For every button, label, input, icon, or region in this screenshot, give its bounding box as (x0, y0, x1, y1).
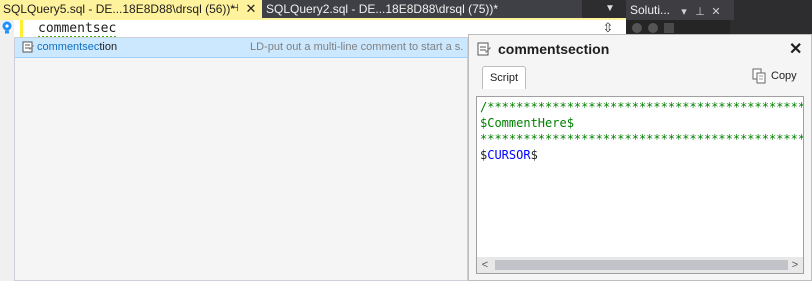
lightbulb-icon[interactable] (1, 21, 13, 35)
code-line-comment-placeholder: $CommentHere$ (480, 116, 574, 130)
tab-sqlquery5-title: SQLQuery5.sql - DE...18E8D88\drsql (56))… (3, 2, 236, 16)
document-tab-strip: SQLQuery5.sql - DE...18E8D88\drsql (56))… (0, 0, 626, 18)
popup-title: commentsection (498, 41, 610, 57)
code-line-comment-open: /***************************************… (480, 100, 803, 114)
solution-explorer-panel: Soluti... ▾ ⊥ ✕ (626, 0, 812, 36)
pin-icon[interactable]: ⊥ (692, 2, 708, 22)
scroll-left-icon[interactable]: < (479, 257, 491, 273)
cursor-keyword: CURSOR (487, 148, 531, 162)
tab-script[interactable]: Script (482, 66, 526, 89)
completion-list[interactable]: commentsection LD-put out a multi-line c… (14, 37, 468, 281)
scroll-thumb[interactable] (495, 260, 788, 270)
close-icon[interactable]: ✕ (708, 2, 724, 22)
scroll-right-icon[interactable]: > (789, 257, 801, 273)
completion-item-rest: tion (99, 41, 118, 53)
typed-text: commentsec (38, 21, 117, 38)
close-icon[interactable]: ✕ (789, 39, 802, 59)
tab-sqlquery2[interactable]: SQLQuery2.sql - DE...18E8D88\drsql (75))… (262, 0, 582, 18)
tab-sqlquery5[interactable]: SQLQuery5.sql - DE...18E8D88\drsql (56))… (0, 0, 262, 18)
pin-icon[interactable]: ⊣ (228, 0, 241, 18)
snippet-icon (22, 41, 34, 53)
back-icon[interactable] (632, 23, 642, 33)
snippet-preview-popup: commentsection ✕ Script Copy /**********… (468, 34, 812, 281)
close-tab-icon[interactable]: ✕ (245, 0, 257, 18)
editor-glyph-margin (0, 20, 14, 281)
list-item[interactable]: commentsection LD-put out a multi-line c… (15, 38, 467, 58)
home-icon[interactable] (664, 23, 674, 33)
completion-item-description: LD-put out a multi-line comment to start… (250, 41, 464, 53)
completion-item-name: commentsection (37, 38, 117, 57)
snippet-icon (477, 42, 491, 56)
solution-explorer-header: Soluti... ▾ ⊥ ✕ (626, 0, 734, 20)
code-line-cursor: $CURSOR$ (480, 147, 538, 163)
horizontal-scrollbar[interactable]: < > (477, 257, 803, 273)
copy-label: Copy (771, 70, 797, 82)
dropdown-icon[interactable]: ▾ (676, 2, 692, 22)
tab-overflow-dropdown-icon[interactable]: ▼ (600, 1, 620, 17)
copy-button[interactable]: Copy (752, 66, 797, 86)
copy-icon (752, 68, 766, 84)
unsaved-change-bar (20, 20, 23, 37)
code-line-comment-close: ****************************************… (480, 132, 803, 146)
completion-item-match: commentsec (37, 41, 100, 53)
snippet-code-view[interactable]: /***************************************… (476, 96, 804, 274)
solution-explorer-title: Soluti... (630, 3, 671, 17)
cursor-dollar-close: $ (530, 148, 538, 162)
editor-code-line[interactable]: commentsec (38, 20, 117, 38)
tab-sqlquery2-title: SQLQuery2.sql - DE...18E8D88\drsql (75))… (266, 2, 499, 16)
forward-icon[interactable] (648, 23, 658, 33)
